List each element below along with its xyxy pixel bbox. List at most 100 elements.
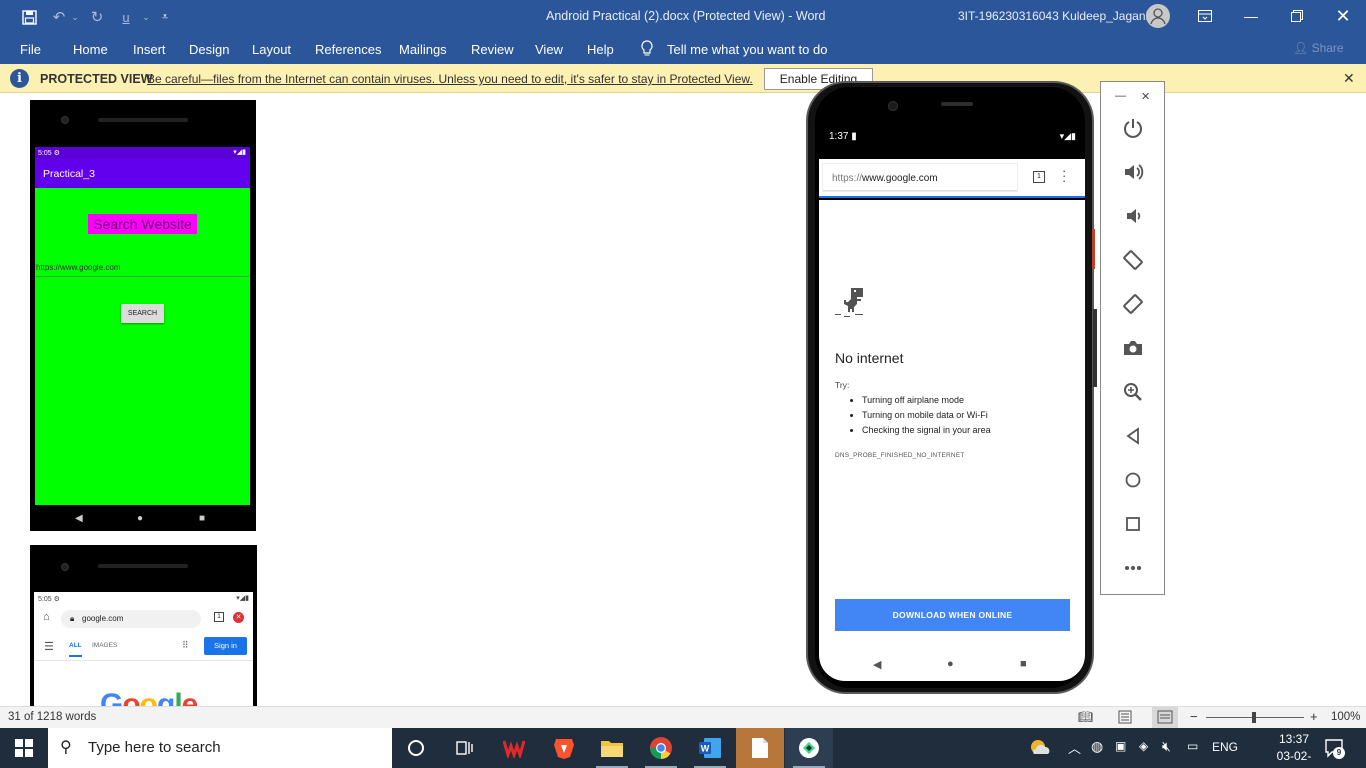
close-emulator-icon[interactable]: ✕ xyxy=(1141,90,1150,103)
power-icon[interactable] xyxy=(1121,116,1145,140)
weather-icon[interactable] xyxy=(1028,736,1052,765)
nav-bar: ◀ ● ■ xyxy=(30,513,256,527)
settings-icon: ⚙︎ xyxy=(53,150,60,157)
document-image-phone-browser[interactable]: 5:05 ⚙︎ ▾◢▮ ⌂ 🔒︎ google.com 1 ✕ ☰ ALL IM… xyxy=(30,545,257,706)
task-view-icon[interactable] xyxy=(440,728,488,768)
zoom-out-icon[interactable]: − xyxy=(1190,709,1198,724)
avatar[interactable] xyxy=(1146,4,1170,28)
sign-in-button: Sign in xyxy=(204,637,247,655)
print-layout-icon[interactable] xyxy=(1118,710,1132,727)
brave-browser-icon[interactable] xyxy=(540,728,588,768)
zoom-icon[interactable] xyxy=(1121,380,1145,404)
close-bar-icon[interactable]: ✕ xyxy=(1343,70,1355,87)
tab-layout[interactable]: Layout xyxy=(252,42,291,57)
chrome-icon[interactable] xyxy=(637,728,685,768)
taskbar-search[interactable]: ⚲ Type here to search xyxy=(48,728,392,768)
recents-icon[interactable]: ■ xyxy=(1020,658,1027,670)
battery-icon[interactable]: ▭ xyxy=(1187,739,1198,753)
zoom-level[interactable]: 100% xyxy=(1331,711,1360,723)
undo-dropdown-icon[interactable]: ⌄ xyxy=(64,6,86,28)
network-icon[interactable]: ◈ xyxy=(1139,739,1148,753)
redo-icon[interactable]: ↻ xyxy=(86,6,108,28)
notification-count: 9 xyxy=(1333,747,1345,759)
notepad-icon[interactable] xyxy=(736,728,784,768)
ribbon-display-options-icon[interactable] xyxy=(1182,0,1228,32)
tab-switcher-icon[interactable]: 1 xyxy=(1033,171,1045,183)
tell-me-search[interactable]: Tell me what you want to do xyxy=(667,42,827,57)
file-explorer-icon[interactable] xyxy=(588,728,636,768)
notification-center-icon[interactable]: 9 xyxy=(1324,738,1345,759)
tab-design[interactable]: Design xyxy=(189,42,229,57)
minimize-emulator-icon[interactable]: — xyxy=(1115,90,1126,102)
front-camera xyxy=(61,563,69,571)
clock[interactable]: 13:37 03-02-2022 xyxy=(1268,731,1320,768)
overflow-menu-icon[interactable]: · · · xyxy=(1062,164,1066,187)
clock-date: 03-02-2022 xyxy=(1276,749,1312,768)
share-button[interactable]: 👤︎ Share xyxy=(1293,41,1344,55)
info-icon: i xyxy=(10,69,29,88)
tab-help[interactable]: Help xyxy=(587,42,614,57)
tab-mailings[interactable]: Mailings xyxy=(399,42,447,57)
url-bar[interactable]: https://www.google.com xyxy=(823,164,1017,191)
rotate-left-icon[interactable] xyxy=(1121,248,1145,272)
word-icon[interactable]: W xyxy=(686,728,734,768)
earpiece xyxy=(941,102,973,106)
overview-icon[interactable] xyxy=(1121,512,1145,536)
home-icon[interactable] xyxy=(1121,468,1145,492)
tab-all: ALL xyxy=(69,642,82,657)
rotate-right-icon[interactable] xyxy=(1121,292,1145,316)
suggestion-list: Turning off airplane mode Turning on mob… xyxy=(862,395,991,440)
tab-file[interactable]: File xyxy=(20,42,41,57)
back-icon[interactable]: ◀ xyxy=(873,658,881,671)
minimize-button[interactable]: — xyxy=(1228,0,1274,32)
word-count[interactable]: 31 of 1218 words xyxy=(8,711,96,723)
window-title: Android Practical (2).docx (Protected Vi… xyxy=(546,9,826,23)
underline-icon[interactable]: u xyxy=(115,6,137,28)
chrome-toolbar: https://www.google.com 1 · · · xyxy=(819,159,1085,198)
tab-review[interactable]: Review xyxy=(471,42,514,57)
camera-icon[interactable] xyxy=(1121,336,1145,360)
app-bar: Practical_3 xyxy=(35,159,250,188)
read-mode-icon[interactable]: 📖︎ xyxy=(1078,710,1093,724)
search-button: SEARCH xyxy=(121,304,164,323)
tab-home[interactable]: Home xyxy=(73,42,108,57)
language-indicator[interactable]: ENG xyxy=(1212,740,1238,754)
start-button[interactable] xyxy=(0,728,48,768)
try-label: Try: xyxy=(835,380,850,390)
earpiece xyxy=(98,118,188,122)
save-icon[interactable] xyxy=(18,6,40,28)
customize-qat-icon[interactable]: ⩡ xyxy=(154,6,176,28)
account-name[interactable]: 3IT-196230316043 Kuldeep_Jagani xyxy=(958,9,1148,23)
tab-references[interactable]: References xyxy=(315,42,381,57)
front-camera xyxy=(61,116,69,124)
volume-down-icon[interactable] xyxy=(1121,204,1145,228)
document-image-phone-app[interactable]: 5:05 ⚙︎ ▾◢▮ Practical_3 Search Website h… xyxy=(30,100,256,531)
apps-grid-icon: ⠿ xyxy=(182,640,189,650)
volume-side-button xyxy=(1093,309,1097,387)
close-button[interactable]: ✕ xyxy=(1320,0,1366,32)
back-icon: ◀ xyxy=(75,513,83,524)
globe-icon[interactable]: ◍ xyxy=(1091,738,1103,755)
zoom-slider-thumb[interactable] xyxy=(1252,712,1256,723)
more-icon[interactable] xyxy=(1121,556,1145,580)
web-layout-icon[interactable] xyxy=(1152,707,1178,728)
tab-insert[interactable]: Insert xyxy=(133,42,166,57)
zoom-in-icon[interactable]: + xyxy=(1310,709,1318,724)
volume-mute-icon[interactable]: 🔇︎ xyxy=(1162,738,1171,755)
suggestion-item: Checking the signal in your area xyxy=(862,425,991,435)
show-hidden-icons-icon[interactable]: ︿ xyxy=(1068,738,1081,757)
dino-icon[interactable] xyxy=(835,286,867,318)
power-side-button xyxy=(1092,229,1095,269)
restore-button[interactable] xyxy=(1274,0,1320,32)
volume-up-icon[interactable] xyxy=(1121,160,1145,184)
emulator-screen[interactable]: 1:37 ▮ ▾◢▮ https://www.google.com 1 · · · … xyxy=(819,119,1085,681)
wps-office-icon[interactable] xyxy=(490,728,538,768)
download-when-online-button[interactable]: DOWNLOAD WHEN ONLINE xyxy=(835,599,1070,631)
cortana-icon[interactable] xyxy=(392,728,440,768)
meet-now-icon[interactable]: ▣ xyxy=(1115,739,1126,753)
tab-view[interactable]: View xyxy=(535,42,563,57)
home-icon[interactable]: ● xyxy=(947,658,954,670)
protected-view-message[interactable]: Be careful—files from the Internet can c… xyxy=(147,72,753,86)
android-studio-emulator-icon[interactable] xyxy=(785,728,833,768)
back-icon[interactable] xyxy=(1121,424,1145,448)
